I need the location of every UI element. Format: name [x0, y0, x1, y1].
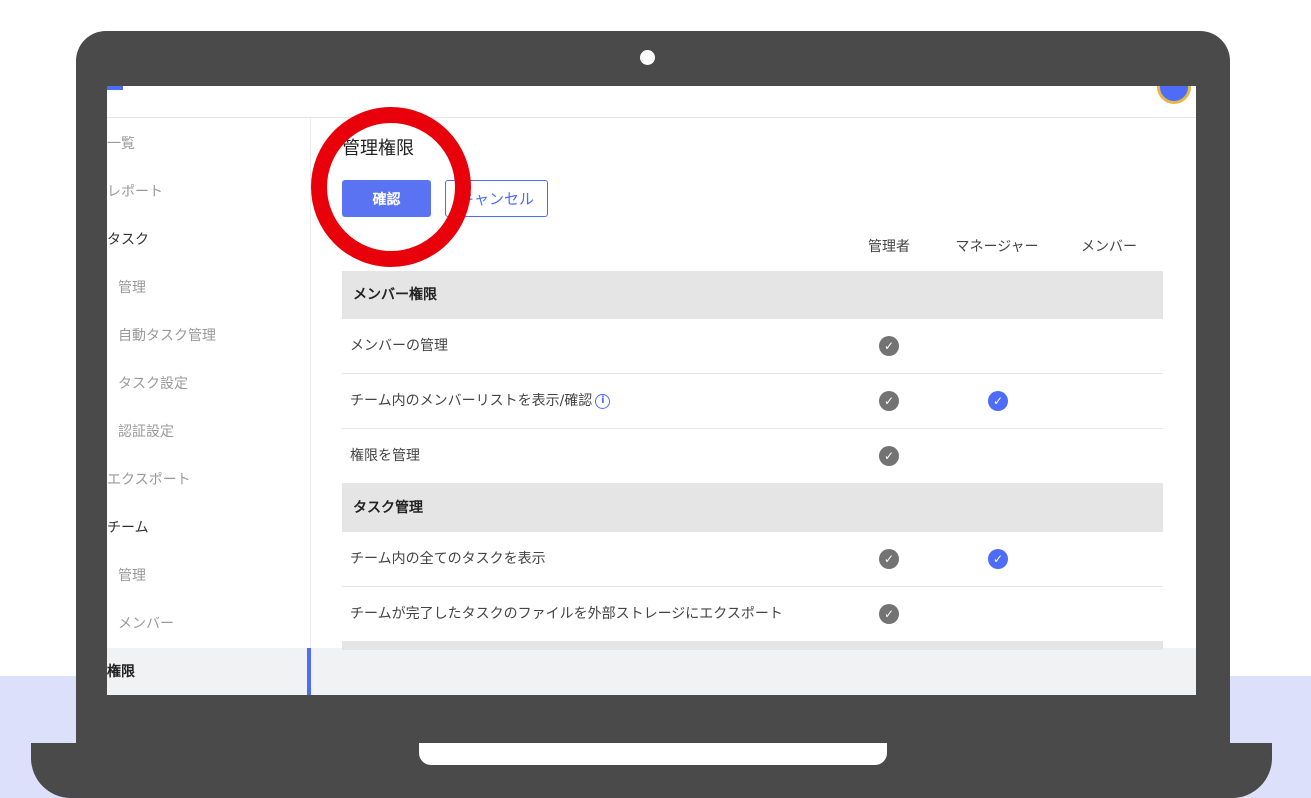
column-header-manager: マネージャー	[955, 239, 1039, 255]
sidebar-item-10[interactable]: メンバー	[107, 600, 311, 648]
app-screen: 一覧 レポート タスク 管理 自動タスク管理 タスク設定 認証設定 エクスポート チーム 管理 メン…	[107, 86, 1196, 695]
page-title: 管理権限	[342, 138, 414, 159]
laptop-notch	[419, 743, 887, 765]
checkmark-icon: ✓	[879, 446, 899, 466]
section-header: メンバー権限	[342, 271, 1163, 319]
table-row: チーム内の全てのタスクを表示 ✓ ✓	[342, 532, 1163, 587]
avatar[interactable]	[1157, 86, 1191, 104]
sidebar-item-8[interactable]: チーム	[107, 504, 311, 552]
checkmark-icon: ✓	[879, 391, 899, 411]
cancel-button[interactable]: キャンセル	[445, 180, 548, 217]
sidebar-item-7[interactable]: エクスポート	[107, 456, 311, 504]
permission-label: 権限を管理	[350, 448, 420, 464]
sidebar: 一覧 レポート タスク 管理 自動タスク管理 タスク設定 認証設定 エクスポート チーム 管理 メン…	[107, 118, 311, 695]
permission-label: チーム内のメンバーリストを表示/確認	[350, 393, 593, 409]
checkmark-icon: ✓	[879, 549, 899, 569]
info-icon[interactable]: i	[595, 393, 611, 409]
sidebar-item-4[interactable]: 自動タスク管理	[107, 312, 311, 360]
sidebar-item-11[interactable]: 権限	[107, 648, 311, 695]
confirm-button[interactable]: 確認	[342, 180, 431, 217]
sidebar-item-5[interactable]: タスク設定	[107, 360, 311, 408]
permission-label: チーム内の全てのタスクを表示	[350, 551, 546, 567]
permission-label: チームが完了したタスクのファイルを外部ストレージにエクスポート	[350, 606, 783, 622]
permission-label: メンバーの管理	[350, 338, 448, 354]
main-content: 管理権限 確認 キャンセル 管理者 マネージャー メンバー メンバー権限 メンバー…	[342, 118, 1164, 650]
column-header-member: メンバー	[1081, 239, 1137, 255]
sidebar-item-2[interactable]: タスク	[107, 216, 311, 264]
checkmark-icon: ✓	[879, 604, 899, 624]
checkmark-icon[interactable]: ✓	[988, 549, 1008, 569]
sidebar-item-3[interactable]: 管理	[107, 264, 311, 312]
table-row: メンバーの管理 ✓	[342, 319, 1163, 374]
permission-table: メンバー権限 メンバーの管理 ✓ チーム内のメンバーリストを表示/確認 i ✓ ✓ 権限を管理…	[342, 271, 1163, 650]
sidebar-item-9[interactable]: 管理	[107, 552, 311, 600]
table-row: チーム内のメンバーリストを表示/確認 i ✓ ✓	[342, 374, 1163, 429]
camera-dot	[640, 50, 655, 65]
logo-mark-icon	[107, 86, 123, 90]
section-header-cutoff	[342, 642, 1163, 650]
checkmark-icon: ✓	[879, 336, 899, 356]
app-logo[interactable]	[107, 86, 203, 90]
table-row: 権限を管理 ✓	[342, 429, 1163, 484]
top-bar	[107, 86, 1196, 118]
sidebar-item-0[interactable]: 一覧	[107, 120, 311, 168]
section-header: タスク管理	[342, 484, 1163, 532]
sidebar-item-6[interactable]: 認証設定	[107, 408, 311, 456]
column-header-admin: 管理者	[868, 239, 910, 255]
stage: 一覧 レポート タスク 管理 自動タスク管理 タスク設定 認証設定 エクスポート チーム 管理 メン…	[0, 0, 1311, 798]
table-row: チームが完了したタスクのファイルを外部ストレージにエクスポート ✓	[342, 587, 1163, 642]
content-footer-band	[311, 648, 1196, 695]
checkmark-icon[interactable]: ✓	[988, 391, 1008, 411]
sidebar-item-1[interactable]: レポート	[107, 168, 311, 216]
